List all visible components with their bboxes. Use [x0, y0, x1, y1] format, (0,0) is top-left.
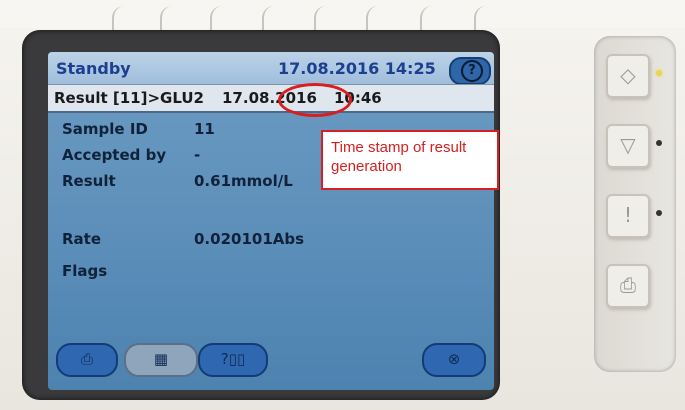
analyzer-device: Standby 17.08.2016 14:25 ? Result [11]>G… — [0, 0, 685, 410]
result-header: Result [11]>GLU2 17.08.2016 10:46 — [48, 84, 494, 113]
field-value-rate: 0.020101Abs — [194, 230, 305, 248]
print-button[interactable]: ⎙ — [56, 343, 118, 377]
field-label-rate: Rate — [62, 230, 102, 248]
calculator-button[interactable]: ▦ — [124, 343, 198, 377]
edge-mark — [420, 6, 432, 32]
alert-led-indicator — [656, 210, 662, 216]
field-label-flags: Flags — [62, 262, 108, 280]
field-value-accepted-by: - — [194, 146, 201, 164]
alert-key[interactable]: ! — [606, 194, 650, 238]
query-icon: ?▯▯ — [220, 350, 246, 368]
field-label-result: Result — [62, 172, 116, 190]
edge-mark — [112, 6, 124, 32]
stop-icon: ▽ — [620, 133, 636, 157]
stop-led-indicator — [656, 140, 662, 146]
help-icon: ? — [461, 60, 483, 82]
field-value-result: 0.61mmol/L — [194, 172, 293, 190]
field-value-sample-id: 11 — [194, 120, 215, 138]
start-led-indicator — [656, 70, 662, 76]
timestamp-callout: Time stamp of result generation — [321, 130, 499, 190]
start-icon: ◇ — [620, 63, 636, 87]
edge-mark — [314, 6, 326, 32]
start-key[interactable]: ◇ — [606, 54, 650, 98]
cancel-button[interactable]: ⊗ — [422, 343, 486, 377]
edge-mark — [474, 6, 486, 32]
callout-text: Time stamp of result generation — [331, 139, 467, 175]
stop-key[interactable]: ▽ — [606, 124, 650, 168]
edge-mark — [160, 6, 172, 32]
device-top-edge — [0, 0, 685, 28]
status-label: Standby — [56, 59, 131, 78]
field-label-accepted-by: Accepted by — [62, 146, 167, 164]
time-highlight-circle — [278, 83, 352, 117]
edge-mark — [262, 6, 274, 32]
help-button[interactable]: ? — [449, 57, 491, 85]
printer-icon: ⎙ — [620, 273, 636, 297]
edge-mark — [366, 6, 378, 32]
query-button[interactable]: ?▯▯ — [198, 343, 268, 377]
print-icon: ⎙ — [80, 350, 93, 368]
printer-key[interactable]: ⎙ — [606, 264, 650, 308]
lcd-screen: Standby 17.08.2016 14:25 ? Result [11]>G… — [48, 52, 494, 390]
cancel-icon: ⊗ — [447, 350, 461, 368]
title-bar: Standby 17.08.2016 14:25 ? — [48, 52, 494, 85]
result-id-label: Result [11]>GLU2 — [54, 89, 204, 107]
edge-mark — [210, 6, 222, 32]
field-label-sample-id: Sample ID — [62, 120, 148, 138]
current-datetime: 17.08.2016 14:25 — [278, 59, 436, 78]
alert-icon: ! — [623, 203, 633, 227]
calculator-icon: ▦ — [153, 350, 169, 368]
